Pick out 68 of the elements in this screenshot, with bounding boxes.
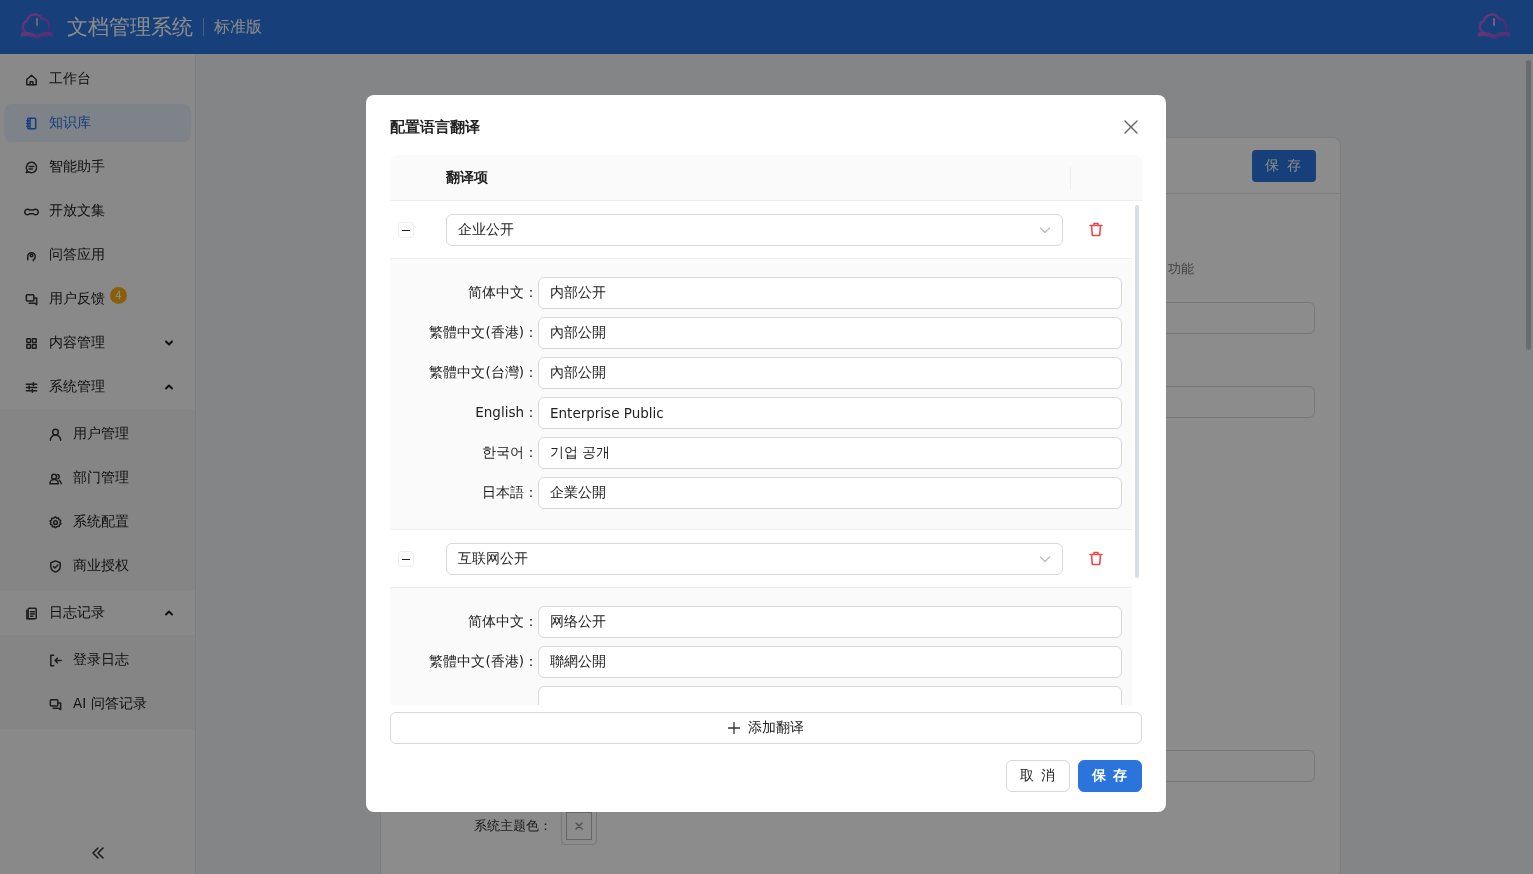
app-title: 文档管理系统 [67,14,193,41]
description-text: 功能 [1168,260,1194,278]
sidebar-item[interactable]: 用户反馈 4 [4,280,191,318]
collapse-toggle[interactable] [398,221,414,238]
sidebar-item[interactable]: 智能助手 [4,148,191,186]
input-field[interactable]: 기업 공개 [538,437,1122,469]
field-label: 한국어： [481,444,538,462]
column-header: 翻译项 [446,168,489,187]
sidebar-item[interactable]: 工作台 [4,60,191,98]
add-translation-button[interactable]: 添加翻译 [390,712,1142,744]
plus-icon [728,722,740,734]
cancel-button[interactable]: 取 消 [1006,760,1070,792]
scrollbar[interactable] [1526,60,1531,350]
field-label: 简体中文： [467,284,538,302]
sidebar-item[interactable]: 知识库 [4,104,191,142]
save-button[interactable]: 保 存 [1078,760,1142,792]
user-icon [48,426,63,442]
cloud-book-logo [18,13,56,41]
field-label: 繁體中文(香港)： [428,324,538,342]
input-field[interactable]: 內部公開 [538,357,1122,389]
input-field[interactable]: 内部公开 [538,277,1122,309]
field-label: 繁體中文(香港)： [428,653,538,671]
clear-icon [574,821,584,831]
gear-icon [48,514,63,530]
sidebar-item[interactable]: 开放文集 [4,192,191,230]
sidebar-item[interactable]: 问答应用 [4,236,191,274]
field-label: English： [474,404,538,422]
notebook-icon [24,115,39,131]
trash-icon[interactable] [1089,222,1103,237]
sidebar-item[interactable]: 部门管理 [4,456,191,500]
log-icon [24,605,39,621]
count-badge: 4 [110,286,127,304]
scrollbar-thumb[interactable] [1135,205,1139,578]
field-label: 简体中文： [467,613,538,631]
shield-icon [48,558,63,574]
close-icon[interactable] [1124,120,1138,134]
users-icon [48,470,63,486]
sidebar-item[interactable]: AI 问答记录 [4,682,191,726]
sidebar-item[interactable]: 系统管理 [4,368,191,406]
edition-label: 标准版 [214,16,262,38]
sidebar-item[interactable]: 登录日志 [4,638,191,682]
field-label: 繁體中文(台灣)： [428,364,538,382]
cloud-book-logo [1475,13,1513,41]
input-field[interactable]: Enterprise Public [538,397,1122,429]
field-label: 系统主题色： [474,817,553,835]
sidebar-item[interactable]: 商业授权 [4,544,191,588]
grid-icon [24,335,39,351]
input-field[interactable]: 网络公开 [538,606,1122,638]
sidebar-item[interactable]: 日志记录 [4,594,191,632]
input-field[interactable]: 內部公開 [538,317,1122,349]
dialog-title: 配置语言翻译 [390,117,480,137]
select-field[interactable]: 互联网公开 [446,542,1063,575]
trash-icon[interactable] [1089,551,1103,566]
input-field[interactable]: 聯網公開 [538,646,1122,678]
sidebar-item[interactable]: 用户管理 [4,412,191,456]
collapse-toggle[interactable] [398,550,414,567]
select-field[interactable]: 企业公开 [446,213,1063,246]
input-field[interactable]: 企業公開 [538,477,1122,509]
sidebar-item[interactable]: 系统配置 [4,500,191,544]
save-button[interactable]: 保 存 [1252,149,1316,182]
feedback-icon [48,696,63,712]
chat-icon [24,159,39,175]
login-icon [48,652,63,668]
home-icon [24,71,39,87]
sidebar-item[interactable]: 内容管理 [4,324,191,362]
sliders-icon [24,379,39,395]
feedback-icon [24,291,39,307]
field-label: 日本語： [481,484,538,502]
